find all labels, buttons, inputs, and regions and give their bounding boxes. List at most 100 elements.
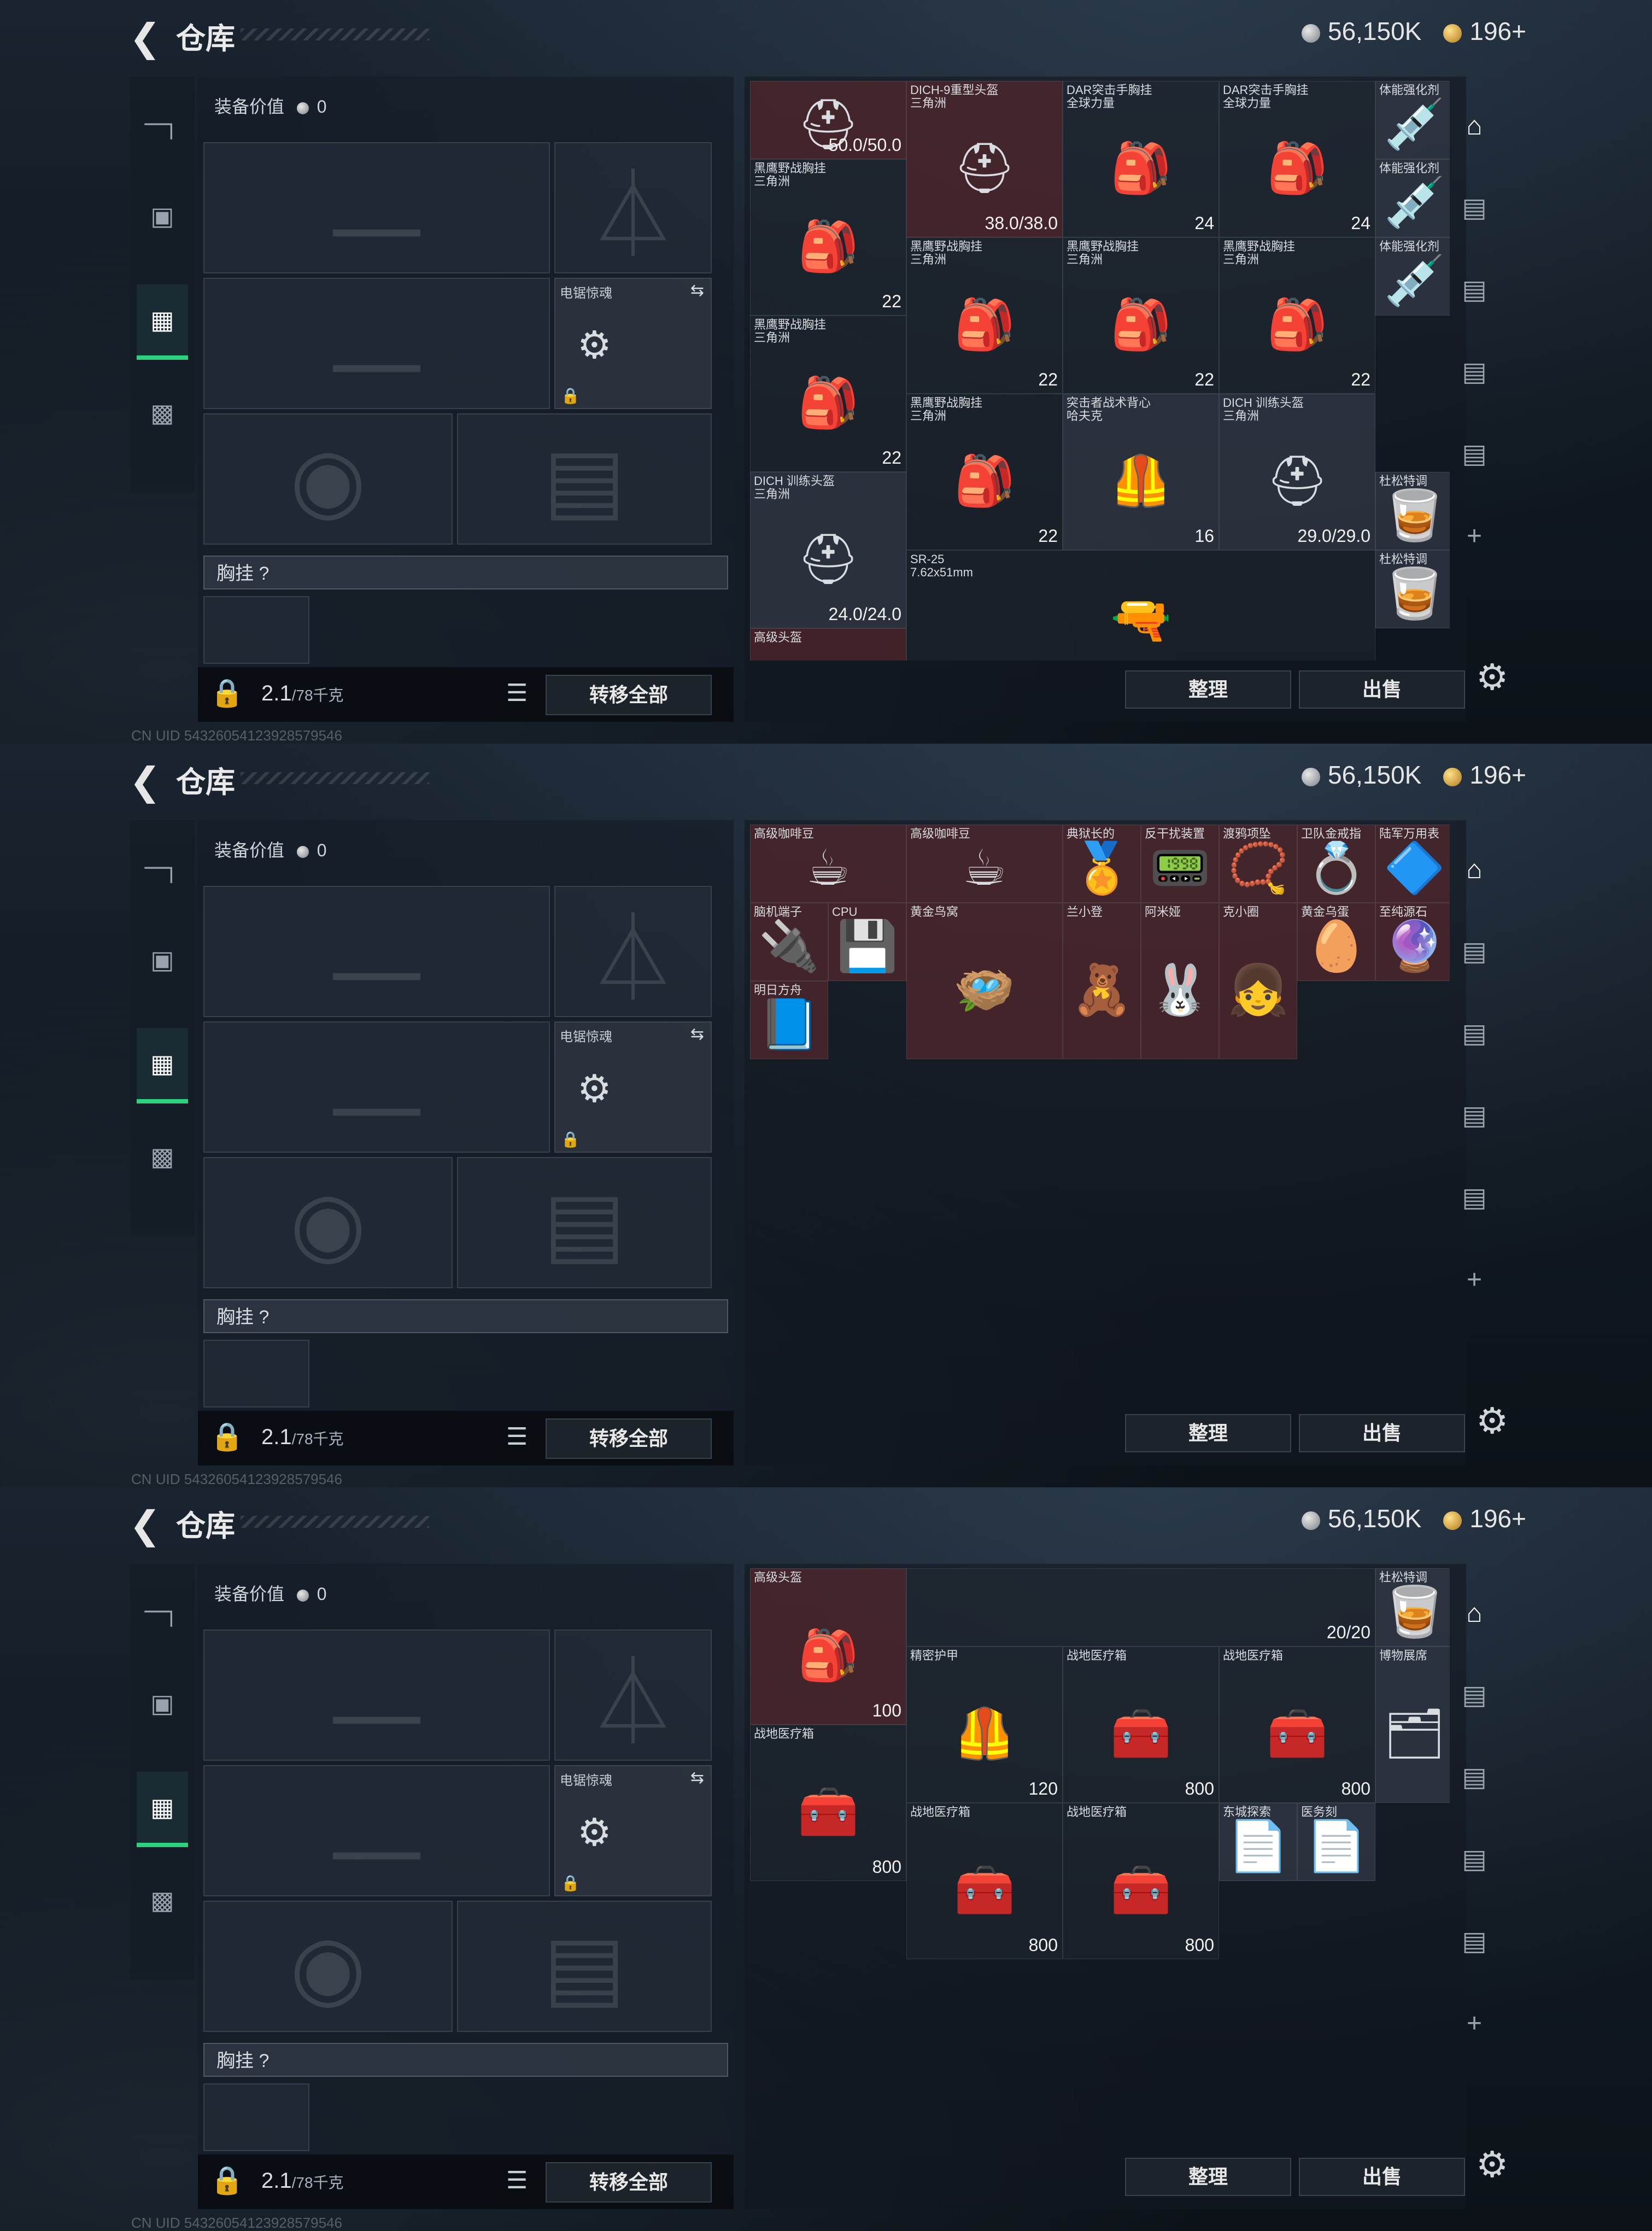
lock-icon[interactable]: 🔒	[210, 677, 244, 709]
tab-backpack[interactable]: ▦	[137, 1772, 188, 1847]
add-storage-button[interactable]: +	[1455, 1252, 1493, 1307]
storage-item[interactable]: 高级头盔	[750, 628, 906, 661]
sort-button[interactable]: 整理	[1125, 1414, 1291, 1452]
tab-gear[interactable]: ▣	[137, 924, 188, 995]
storage-item[interactable]: 体能强化剂 💉	[1375, 237, 1450, 316]
settings-gear-icon[interactable]: ⚙	[1476, 656, 1508, 698]
back-arrow-icon[interactable]: ❮	[129, 15, 161, 60]
armor-slot[interactable]: ▤	[457, 1157, 712, 1288]
sell-button[interactable]: 出售	[1299, 1414, 1465, 1452]
back-arrow-icon[interactable]: ❮	[129, 759, 161, 804]
storage-item[interactable]: 黑鹰野战胸挂 三角洲 🎒 22	[750, 316, 906, 472]
storage-item[interactable]: DICH-9重型头盔 三角洲 ⛑ 38.0/38.0	[906, 81, 1063, 237]
chest-rig-slot[interactable]: 胸挂 ?	[203, 2043, 728, 2077]
storage-item[interactable]: 突击者战术背心 哈夫克 🦺 16	[1063, 394, 1219, 550]
transfer-all-button[interactable]: 转移全部	[546, 2162, 712, 2203]
back-arrow-icon[interactable]: ❮	[129, 1503, 161, 1547]
secondary-weapon-slot[interactable]: ⎼	[203, 278, 550, 409]
storage-item[interactable]: CPU 💾	[828, 903, 906, 981]
swap-icon[interactable]: ⇆	[690, 281, 704, 300]
storage-item[interactable]: 医务刻 📄	[1297, 1803, 1375, 1881]
storage-tab-1[interactable]: ▤	[1455, 180, 1493, 235]
melee-slot[interactable]: 电锯惊魂 ⇆ ⚙ 🔒	[554, 1765, 712, 1896]
storage-item[interactable]: 战地医疗箱 🧰 800	[1219, 1646, 1375, 1803]
storage-tab-home[interactable]: ⌂	[1455, 98, 1493, 153]
storage-item[interactable]: 战地医疗箱 🧰 800	[1063, 1803, 1219, 1959]
add-storage-button[interactable]: +	[1455, 1996, 1493, 2051]
storage-tab-3[interactable]: ▤	[1455, 1832, 1493, 1887]
storage-tab-4[interactable]: ▤	[1455, 1170, 1493, 1225]
helmet-slot[interactable]: ◉	[203, 1157, 453, 1288]
storage-tab-2[interactable]: ▤	[1455, 262, 1493, 317]
tab-weapons[interactable]: ─┐	[137, 831, 188, 902]
tab-weapons[interactable]: ─┐	[137, 87, 188, 159]
storage-item[interactable]: ⛑ 50.0/50.0	[750, 81, 906, 159]
transfer-all-button[interactable]: 转移全部	[546, 675, 712, 715]
lock-icon[interactable]: 🔒	[210, 2164, 244, 2197]
add-storage-button[interactable]: +	[1455, 509, 1493, 563]
primary-weapon-slot[interactable]: ⎼	[203, 142, 550, 273]
helmet-slot[interactable]: ◉	[203, 413, 453, 545]
list-icon[interactable]: ☰	[506, 1423, 528, 1451]
storage-item[interactable]: 黑鹰野战胸挂 三角洲 🎒 22	[750, 159, 906, 316]
pistol-slot[interactable]: ⏃	[554, 886, 712, 1017]
storage-item[interactable]: 至纯源石 🔮	[1375, 903, 1450, 981]
pistol-slot[interactable]: ⏃	[554, 142, 712, 273]
storage-item[interactable]: 高级咖啡豆 ☕	[750, 825, 906, 903]
storage-item[interactable]: 战地医疗箱 🧰 800	[750, 1725, 906, 1881]
storage-item[interactable]: 陆军万用表 🔷	[1375, 825, 1450, 903]
storage-item[interactable]: 高级咖啡豆 ☕	[906, 825, 1063, 903]
storage-item[interactable]: 战地医疗箱 🧰 800	[1063, 1646, 1219, 1803]
storage-item[interactable]: 卫队金戒指 💍	[1297, 825, 1375, 903]
primary-weapon-slot[interactable]: ⎼	[203, 886, 550, 1017]
chest-rig-item-slot[interactable]	[203, 596, 309, 664]
transfer-all-button[interactable]: 转移全部	[546, 1418, 712, 1459]
swap-icon[interactable]: ⇆	[690, 1025, 704, 1044]
storage-item[interactable]: 东城探索 📄	[1219, 1803, 1297, 1881]
sort-button[interactable]: 整理	[1125, 2158, 1291, 2196]
lock-icon[interactable]: 🔒	[210, 1421, 244, 1453]
storage-tab-3[interactable]: ▤	[1455, 344, 1493, 399]
storage-item[interactable]: 黑鹰野战胸挂 三角洲 🎒 22	[1219, 237, 1375, 394]
list-icon[interactable]: ☰	[506, 2166, 528, 2194]
storage-tab-2[interactable]: ▤	[1455, 1006, 1493, 1061]
armor-slot[interactable]: ▤	[457, 413, 712, 545]
storage-tab-3[interactable]: ▤	[1455, 1088, 1493, 1143]
secondary-weapon-slot[interactable]: ⎼	[203, 1765, 550, 1896]
tab-weapons[interactable]: ─┐	[137, 1575, 188, 1646]
storage-item[interactable]: 杜松特调 🥃	[1375, 472, 1450, 550]
storage-tab-1[interactable]: ▤	[1455, 1668, 1493, 1722]
helmet-slot[interactable]: ◉	[203, 1901, 453, 2032]
gold-currency[interactable]: 196+	[1443, 1504, 1526, 1533]
storage-item[interactable]: DICH 训练头盔 三角洲 ⛑ 29.0/29.0	[1219, 394, 1375, 550]
sell-button[interactable]: 出售	[1299, 2158, 1465, 2196]
storage-item[interactable]: 阿米娅 🐰	[1141, 903, 1219, 1059]
tab-gear[interactable]: ▣	[137, 180, 188, 252]
storage-item[interactable]: 高级头盔 🎒 100	[750, 1568, 906, 1725]
armor-slot[interactable]: ▤	[457, 1901, 712, 2032]
settings-gear-icon[interactable]: ⚙	[1476, 2144, 1508, 2186]
storage-item[interactable]: 渡鸦项坠 📿	[1219, 825, 1297, 903]
storage-item[interactable]: 体能强化剂 💉	[1375, 159, 1450, 237]
sell-button[interactable]: 出售	[1299, 670, 1465, 709]
storage-item[interactable]: 黄金乌蛋 🥚	[1297, 903, 1375, 981]
storage-item[interactable]: 反干扰装置 📟	[1141, 825, 1219, 903]
melee-slot[interactable]: 电锯惊魂 ⇆ ⚙ 🔒	[554, 278, 712, 409]
storage-tab-4[interactable]: ▤	[1455, 427, 1493, 481]
storage-item[interactable]: 兰小登 🧸	[1063, 903, 1141, 1059]
tab-briefcase[interactable]: ▩	[137, 1865, 188, 1936]
storage-item[interactable]: 黑鹰野战胸挂 三角洲 🎒 22	[906, 237, 1063, 394]
storage-item[interactable]: 典狱长的 🏅	[1063, 825, 1141, 903]
tab-briefcase[interactable]: ▩	[137, 1121, 188, 1192]
storage-item[interactable]: SR-25 7.62x51mm 🔫	[906, 550, 1375, 661]
chest-rig-item-slot[interactable]	[203, 1340, 309, 1407]
chest-rig-slot[interactable]: 胸挂 ?	[203, 556, 728, 589]
storage-tab-home[interactable]: ⌂	[1455, 1586, 1493, 1640]
tab-briefcase[interactable]: ▩	[137, 377, 188, 448]
storage-item[interactable]: 克小圈 👧	[1219, 903, 1297, 1059]
storage-item[interactable]: 黑鹰野战胸挂 三角洲 🎒 22	[1063, 237, 1219, 394]
chest-rig-item-slot[interactable]	[203, 2083, 309, 2151]
primary-weapon-slot[interactable]: ⎼	[203, 1630, 550, 1761]
storage-tab-4[interactable]: ▤	[1455, 1914, 1493, 1969]
pistol-slot[interactable]: ⏃	[554, 1630, 712, 1761]
